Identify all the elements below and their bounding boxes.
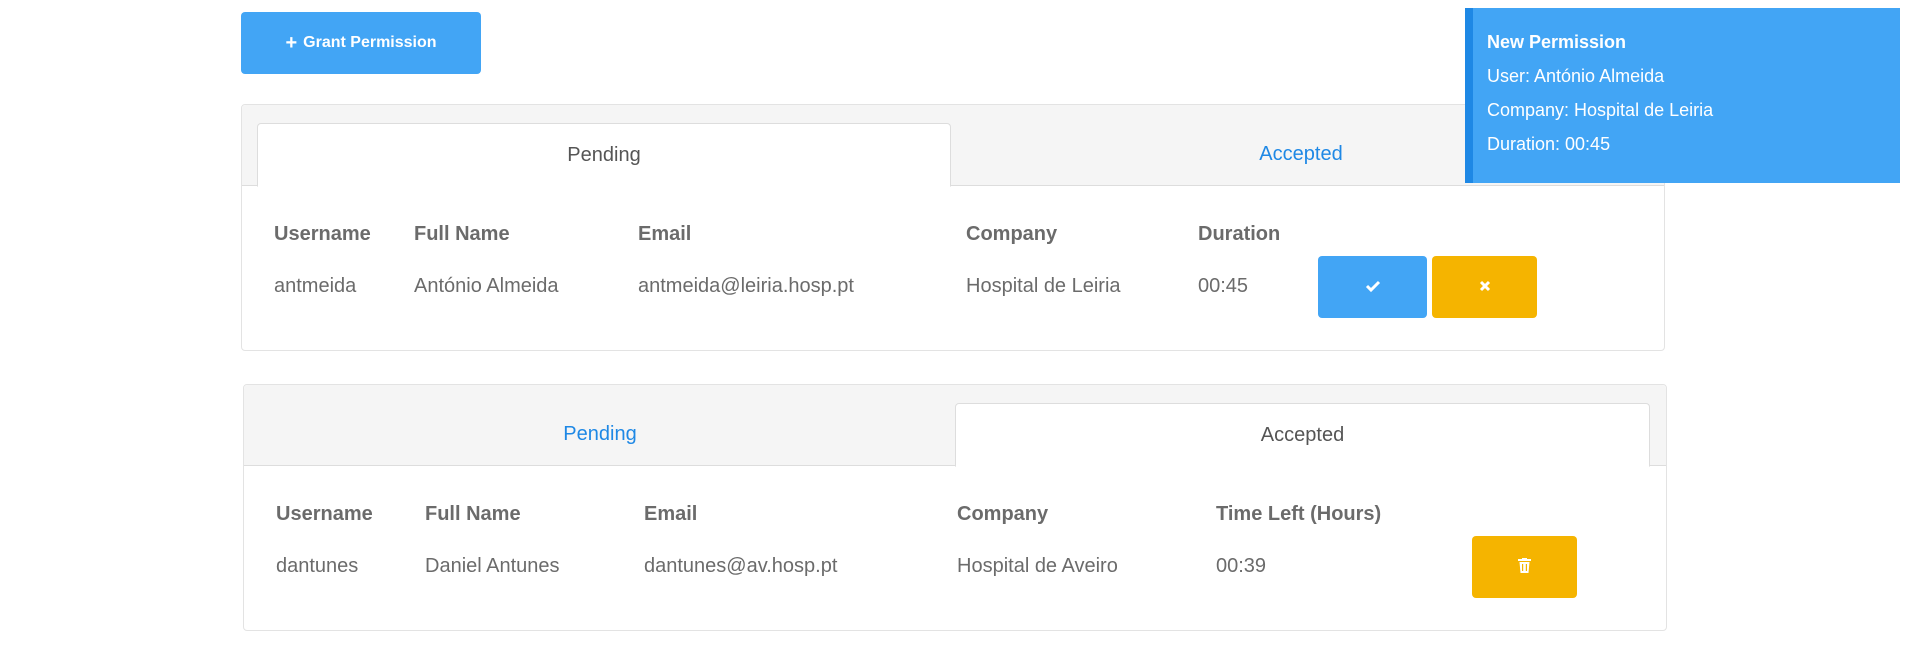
column-header-full-name: Full Name [425,503,521,525]
tab-accepted[interactable]: Accepted [955,403,1650,467]
column-header-email: Email [638,223,692,245]
accept-button[interactable] [1318,256,1427,318]
grant-permission-button[interactable]: + Grant Permission [241,12,481,74]
full-name-cell: Daniel Antunes [425,555,560,577]
notification-company: Company: Hospital de Leiria [1487,100,1714,120]
check-icon [1365,279,1381,296]
full-name-cell: António Almeida [414,275,559,297]
tab-label: Accepted [1259,143,1343,165]
plus-icon: + [285,32,298,54]
tab-label: Pending [563,423,637,445]
new-permission-notification[interactable]: New Permission User: António Almeida Com… [1465,8,1900,183]
email-cell: antmeida@leiria.hosp.pt [638,275,854,297]
tab-pending[interactable]: Pending [244,403,956,466]
column-header-username: Username [276,503,373,525]
grant-permission-label: Grant Permission [303,34,437,51]
trash-icon [1518,558,1531,576]
column-header-company: Company [966,223,1058,245]
tab-label: Accepted [1260,423,1345,446]
pending-permissions-panel: Pending Accepted Username Full Name Emai… [241,104,1665,351]
column-header-username: Username [274,223,371,245]
column-header-duration: Duration [1198,223,1281,245]
delete-button[interactable] [1472,536,1577,598]
notification-title: New Permission [1487,32,1627,52]
tab-bar: Pending Accepted [244,385,1666,467]
tab-label: Pending [567,143,641,166]
x-icon [1479,280,1491,295]
tab-pending[interactable]: Pending [257,123,951,187]
reject-button[interactable] [1432,256,1537,318]
email-cell: dantunes@av.hosp.pt [644,555,838,577]
column-header-time-left: Time Left (Hours) [1216,503,1382,525]
notification-user: User: António Almeida [1487,66,1665,86]
time-left-cell: 00:39 [1216,555,1267,577]
column-header-company: Company [957,503,1049,525]
column-header-email: Email [644,503,698,525]
company-cell: Hospital de Aveiro [957,555,1118,577]
column-header-full-name: Full Name [414,223,510,245]
accepted-permissions-panel: Pending Accepted Username Full Name Emai… [243,384,1667,631]
tab-bar: Pending Accepted [242,105,1664,187]
username-cell: antmeida [274,275,357,297]
notification-duration: Duration: 00:45 [1487,134,1611,154]
username-cell: dantunes [276,555,359,577]
duration-cell: 00:45 [1198,275,1249,297]
company-cell: Hospital de Leiria [966,275,1121,297]
